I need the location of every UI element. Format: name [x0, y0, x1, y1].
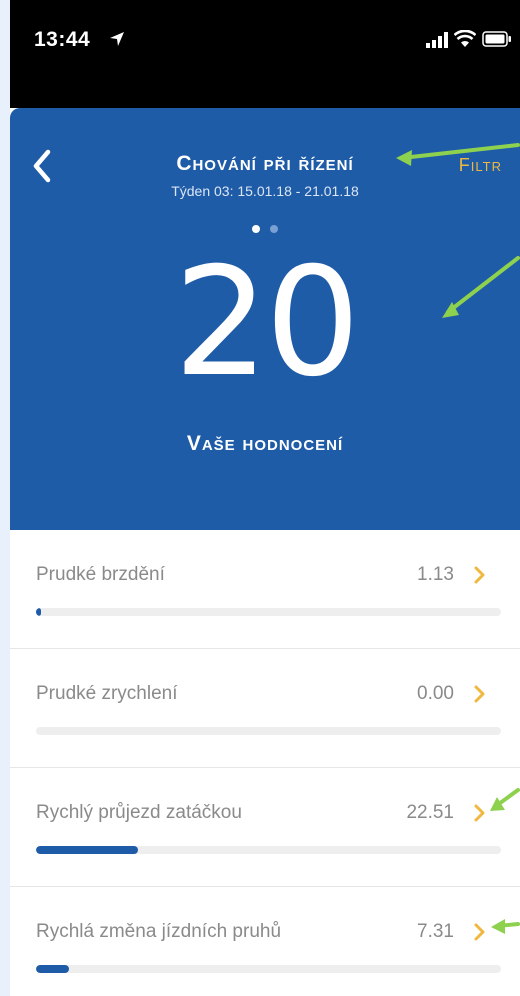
- metric-value: 7.31: [417, 921, 454, 942]
- page-dot-active[interactable]: [251, 225, 260, 233]
- status-bar: 13:44: [10, 0, 520, 108]
- list-item[interactable]: Prudké brzdění 1.13: [10, 530, 520, 649]
- score-header: Chování při řízení Týden 03: 15.01.18 - …: [10, 108, 520, 530]
- wifi-icon: [454, 30, 476, 47]
- metric-label: Rychlý průjezd zatáčkou: [36, 802, 242, 823]
- list-item[interactable]: Rychlý průjezd zatáčkou 22.51: [10, 768, 520, 887]
- chevron-right-icon: [474, 685, 485, 703]
- page-dot[interactable]: [270, 225, 279, 233]
- progress-track: [36, 608, 501, 616]
- progress-fill: [36, 965, 69, 973]
- score-label: Vaše hodnocení: [186, 432, 344, 455]
- list-item[interactable]: Rychlá změna jízdních pruhů 7.31: [10, 887, 520, 996]
- chevron-right-icon: [474, 923, 485, 941]
- phone-screen: 13:44 Chování při řízení Týden 03: 15.01…: [10, 0, 520, 996]
- metric-label: Prudké brzdění: [36, 564, 165, 585]
- battery-icon: [482, 31, 511, 47]
- metric-value: 0.00: [417, 683, 454, 704]
- chevron-right-icon: [474, 566, 485, 584]
- metric-label: Rychlá změna jízdních pruhů: [36, 921, 282, 942]
- progress-track: [36, 965, 501, 973]
- list-item[interactable]: Prudké zrychlení 0.00: [10, 649, 520, 768]
- status-time: 13:44: [34, 28, 91, 51]
- progress-fill: [36, 846, 139, 854]
- page-title: Chování při řízení: [176, 152, 354, 175]
- metric-value: 1.13: [417, 564, 454, 585]
- metrics-list: Prudké brzdění 1.13 Prudké zrychlení 0.0…: [10, 530, 520, 996]
- metric-label: Prudké zrychlení: [36, 683, 178, 704]
- progress-fill: [36, 608, 41, 616]
- chevron-right-icon: [474, 804, 485, 822]
- progress-track: [36, 727, 501, 735]
- week-range: Týden 03: 15.01.18 - 21.01.18: [171, 183, 359, 199]
- metric-value: 22.51: [406, 802, 454, 823]
- signal-icon: [426, 32, 448, 48]
- score-value: 20: [173, 236, 361, 410]
- location-arrow-icon: [110, 32, 124, 46]
- filter-button[interactable]: Filtr: [459, 155, 502, 176]
- progress-track: [36, 846, 501, 854]
